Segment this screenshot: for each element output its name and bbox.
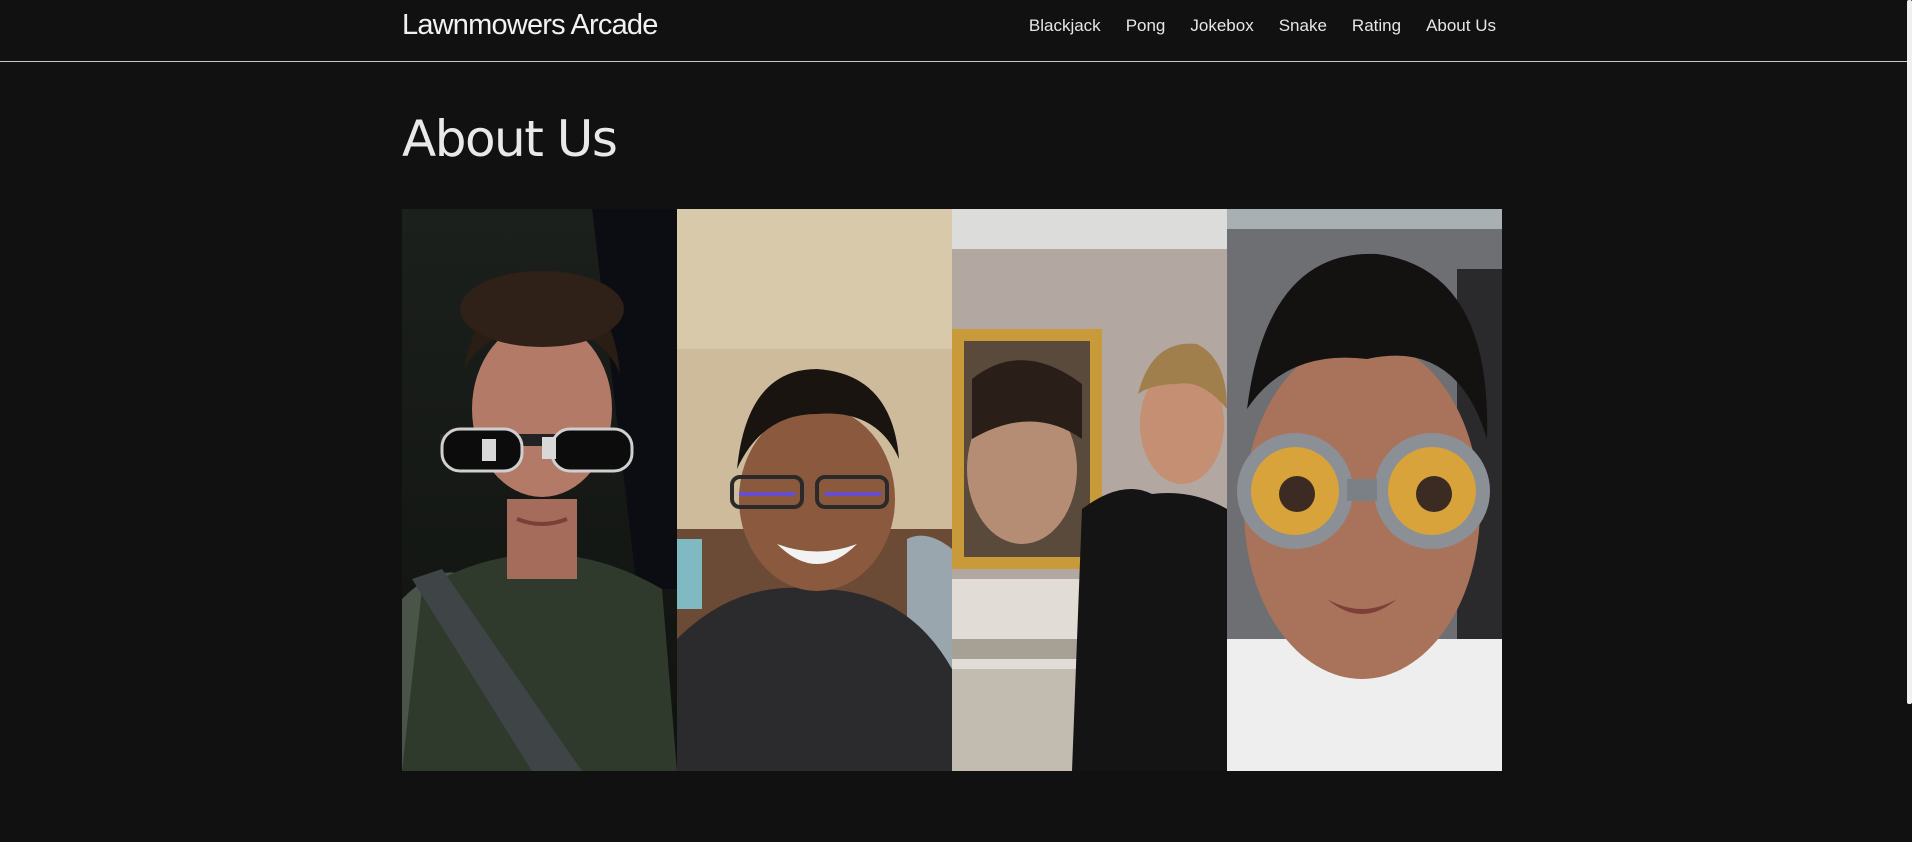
member-photo-4	[1227, 209, 1502, 771]
member-photo-1	[402, 209, 677, 771]
nav-jokebox[interactable]: Jokebox	[1190, 16, 1253, 36]
nav-rating[interactable]: Rating	[1352, 16, 1401, 36]
nav-pong[interactable]: Pong	[1126, 16, 1166, 36]
nav-about-us[interactable]: About Us	[1426, 16, 1496, 36]
member-photo-3	[952, 209, 1227, 771]
team-photo-strip	[402, 209, 1502, 771]
scrollbar-thumb[interactable]	[1907, 0, 1912, 704]
page-title: About Us	[402, 110, 618, 168]
main-nav: Blackjack Pong Jokebox Snake Rating Abou…	[1029, 16, 1496, 36]
site-header: Lawnmowers Arcade Blackjack Pong Jokebox…	[0, 0, 1907, 62]
brand-link[interactable]: Lawnmowers Arcade	[402, 9, 658, 42]
nav-blackjack[interactable]: Blackjack	[1029, 16, 1101, 36]
nav-snake[interactable]: Snake	[1279, 16, 1327, 36]
page-scrollbar[interactable]	[1907, 0, 1912, 842]
member-photo-2	[677, 209, 952, 771]
